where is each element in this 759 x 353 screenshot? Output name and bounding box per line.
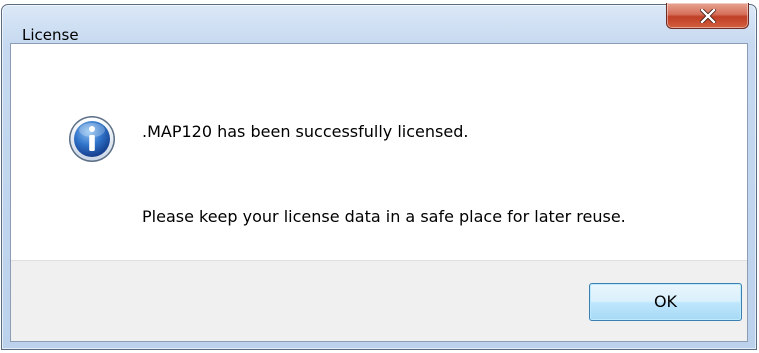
close-icon	[700, 9, 716, 23]
title-bar[interactable]: License	[2, 3, 756, 44]
window-title: License	[22, 26, 79, 44]
button-bar: OK	[11, 260, 747, 341]
close-button[interactable]	[666, 3, 749, 29]
message-area: .MAP120 has been successfully licensed. …	[11, 44, 747, 260]
dialog-client-area: .MAP120 has been successfully licensed. …	[10, 43, 748, 342]
success-message: .MAP120 has been successfully licensed.	[142, 122, 469, 141]
license-dialog: License .MAP120 has been successfully li…	[1, 3, 757, 350]
instruction-message: Please keep your license data in a safe …	[142, 207, 626, 226]
information-icon	[69, 116, 115, 162]
ok-button[interactable]: OK	[589, 283, 742, 321]
